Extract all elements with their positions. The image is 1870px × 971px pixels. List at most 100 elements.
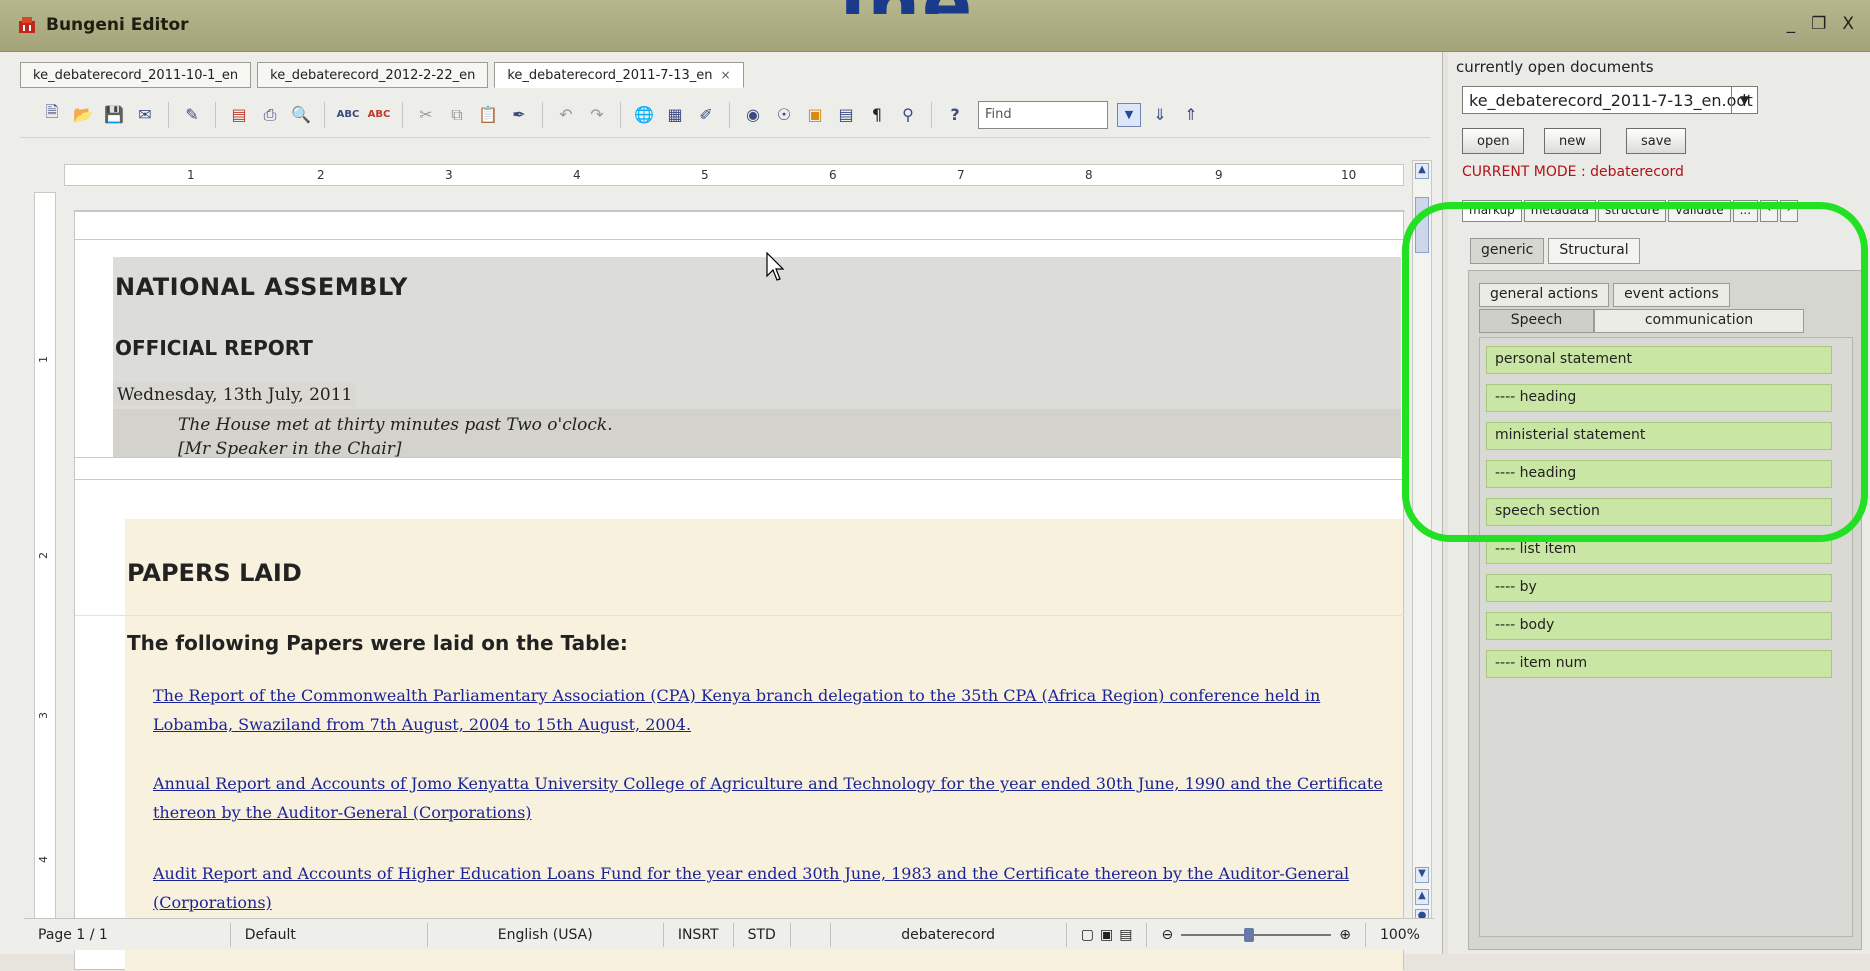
tab-generic[interactable]: generic — [1470, 238, 1545, 264]
action-ministerial-statement[interactable]: ministerial statement — [1486, 422, 1832, 450]
tab-scroll-left-icon[interactable]: ‹ — [1760, 200, 1779, 222]
tab-scroll-right-icon[interactable]: › — [1780, 200, 1799, 222]
table-icon[interactable]: ▦ — [663, 103, 687, 127]
zoom-slider[interactable] — [1181, 927, 1332, 942]
tab-communication[interactable]: communication — [1594, 309, 1804, 333]
sitting-date: Wednesday, 13th July, 2011 — [113, 383, 357, 407]
heading-papers-laid: PAPERS LAID — [127, 559, 302, 587]
paper-link-jkuat-report[interactable]: Annual Report and Accounts of Jomo Kenya… — [153, 769, 1403, 827]
paste-icon[interactable]: 📋 — [476, 103, 500, 127]
new-button[interactable]: new — [1544, 128, 1601, 154]
email-icon[interactable]: ✉ — [133, 103, 157, 127]
view-layout-icons[interactable]: ▢ ▣ ▤ — [1067, 922, 1148, 947]
toolbar-separator — [168, 101, 169, 128]
overlay-caption-fragment: ine — [840, 0, 1010, 14]
single-page-view-icon[interactable]: ▢ — [1081, 927, 1094, 943]
help-icon[interactable]: ? — [943, 103, 967, 127]
chevron-down-icon[interactable]: ▼ — [1731, 87, 1757, 113]
document-tabs: ke_debaterecord_2011-10-1_en ke_debatere… — [20, 62, 744, 88]
tab-structural[interactable]: Structural — [1548, 238, 1640, 264]
action-personal-statement[interactable]: personal statement — [1486, 346, 1832, 374]
toolbar-separator — [931, 101, 932, 128]
zoom-in-icon[interactable]: ⊕ — [1339, 927, 1351, 943]
copy-icon[interactable]: ⧉ — [445, 103, 469, 127]
pdf-icon[interactable]: ▤ — [227, 103, 251, 127]
mouse-cursor-icon — [766, 252, 784, 281]
multi-page-view-icon[interactable]: ▣ — [1100, 927, 1113, 943]
close-button[interactable]: X — [1842, 14, 1854, 34]
tab-validate[interactable]: validate — [1668, 200, 1731, 222]
tab-metadata[interactable]: metadata — [1523, 200, 1596, 222]
book-view-icon[interactable]: ▤ — [1119, 927, 1132, 943]
doc-tab-label: ke_debaterecord_2011-10-1_en — [33, 67, 239, 83]
doc-tab-1[interactable]: ke_debaterecord_2011-10-1_en — [20, 62, 252, 88]
vertical-scrollbar[interactable]: ▲ ▼ ▲ ● — [1412, 160, 1432, 930]
tab-structure[interactable]: structure — [1597, 200, 1667, 222]
mode-tabs: generic Structural — [1470, 238, 1640, 264]
navigator-icon[interactable]: ☉ — [772, 103, 796, 127]
zoom-slider-knob[interactable] — [1244, 927, 1255, 942]
zoom-icon[interactable]: ⚲ — [896, 103, 920, 127]
section-divider — [75, 615, 1405, 616]
status-empty — [791, 922, 831, 947]
tab-speech[interactable]: Speech — [1479, 309, 1594, 333]
doc-tab-3-active[interactable]: ke_debaterecord_2011-7-13_en × — [494, 62, 744, 88]
ruler-number: 1 — [187, 168, 195, 182]
doc-tab-label: ke_debaterecord_2012-2-22_en — [270, 67, 476, 83]
hyperlink-icon[interactable]: 🌐 — [632, 103, 656, 127]
find-replace-icon[interactable]: ◉ — [741, 103, 765, 127]
find-next-down-icon[interactable]: ⇓ — [1148, 103, 1172, 127]
scroll-down-icon[interactable]: ▼ — [1415, 867, 1429, 883]
prev-page-icon[interactable]: ▲ — [1415, 889, 1429, 905]
action-list-item[interactable]: ---- list item — [1486, 536, 1832, 564]
find-dropdown-chevron-icon[interactable]: ▼ — [1117, 102, 1141, 127]
tab-general-actions[interactable]: general actions — [1479, 283, 1610, 307]
scroll-thumb[interactable] — [1415, 197, 1429, 253]
markup-panel: currently open documents ke_debaterecord… — [1448, 52, 1870, 954]
window-controls: _ ❐ X — [1787, 14, 1854, 34]
find-input[interactable]: Find — [978, 100, 1108, 129]
open-folder-icon[interactable]: 📂 — [71, 103, 95, 127]
autospell-icon[interactable]: ABC — [367, 103, 391, 127]
pilcrow-icon[interactable]: ¶ — [865, 103, 889, 127]
action-by[interactable]: ---- by — [1486, 574, 1832, 602]
action-heading[interactable]: ---- heading — [1486, 384, 1832, 412]
paper-link-helb-report[interactable]: Audit Report and Accounts of Higher Educ… — [153, 859, 1403, 917]
redo-icon[interactable]: ↷ — [585, 103, 609, 127]
doc-tab-2[interactable]: ke_debaterecord_2012-2-22_en — [257, 62, 489, 88]
paper-link-cpa-report[interactable]: The Report of the Commonwealth Parliamen… — [153, 681, 1403, 739]
action-speech-section[interactable]: speech section — [1486, 498, 1832, 526]
document-page[interactable]: NATIONAL ASSEMBLY OFFICIAL REPORT Wednes… — [74, 210, 1405, 971]
tab-more[interactable]: ... — [1732, 200, 1759, 222]
tab-markup[interactable]: markup — [1462, 200, 1522, 222]
database-icon[interactable]: ▤ — [834, 103, 858, 127]
ruler-number: 3 — [445, 168, 453, 182]
open-button[interactable]: open — [1462, 128, 1525, 154]
print-preview-icon[interactable]: 🔍 — [289, 103, 313, 127]
gallery-icon[interactable]: ▣ — [803, 103, 827, 127]
new-doc-icon[interactable]: 🗎 — [40, 102, 64, 127]
draw-icon[interactable]: ✐ — [694, 103, 718, 127]
format-brush-icon[interactable]: ✒ — [507, 103, 531, 127]
action-heading[interactable]: ---- heading — [1486, 460, 1832, 488]
find-placeholder: Find — [985, 107, 1012, 122]
restore-button[interactable]: ❐ — [1811, 14, 1826, 34]
close-tab-icon[interactable]: × — [721, 68, 731, 82]
toolbar-separator — [215, 101, 216, 128]
tab-event-actions[interactable]: event actions — [1613, 283, 1730, 307]
find-prev-up-icon[interactable]: ⇑ — [1179, 103, 1203, 127]
print-icon[interactable]: ⎙ — [258, 103, 282, 127]
undo-icon[interactable]: ↶ — [554, 103, 578, 127]
action-body[interactable]: ---- body — [1486, 612, 1832, 640]
action-item-num[interactable]: ---- item num — [1486, 650, 1832, 678]
open-documents-select[interactable]: ke_debaterecord_2011-7-13_en.odt ▼ — [1462, 86, 1758, 114]
scroll-up-icon[interactable]: ▲ — [1415, 163, 1429, 179]
save-button[interactable]: save — [1626, 128, 1687, 154]
save-icon[interactable]: 💾 — [102, 103, 126, 127]
spellcheck-icon[interactable]: ABC — [336, 103, 360, 127]
cut-icon[interactable]: ✂ — [414, 103, 438, 127]
heading-national-assembly: NATIONAL ASSEMBLY — [115, 273, 408, 301]
minimize-button[interactable]: _ — [1787, 14, 1796, 34]
edit-icon[interactable]: ✎ — [180, 103, 204, 127]
zoom-out-icon[interactable]: ⊖ — [1161, 927, 1173, 943]
